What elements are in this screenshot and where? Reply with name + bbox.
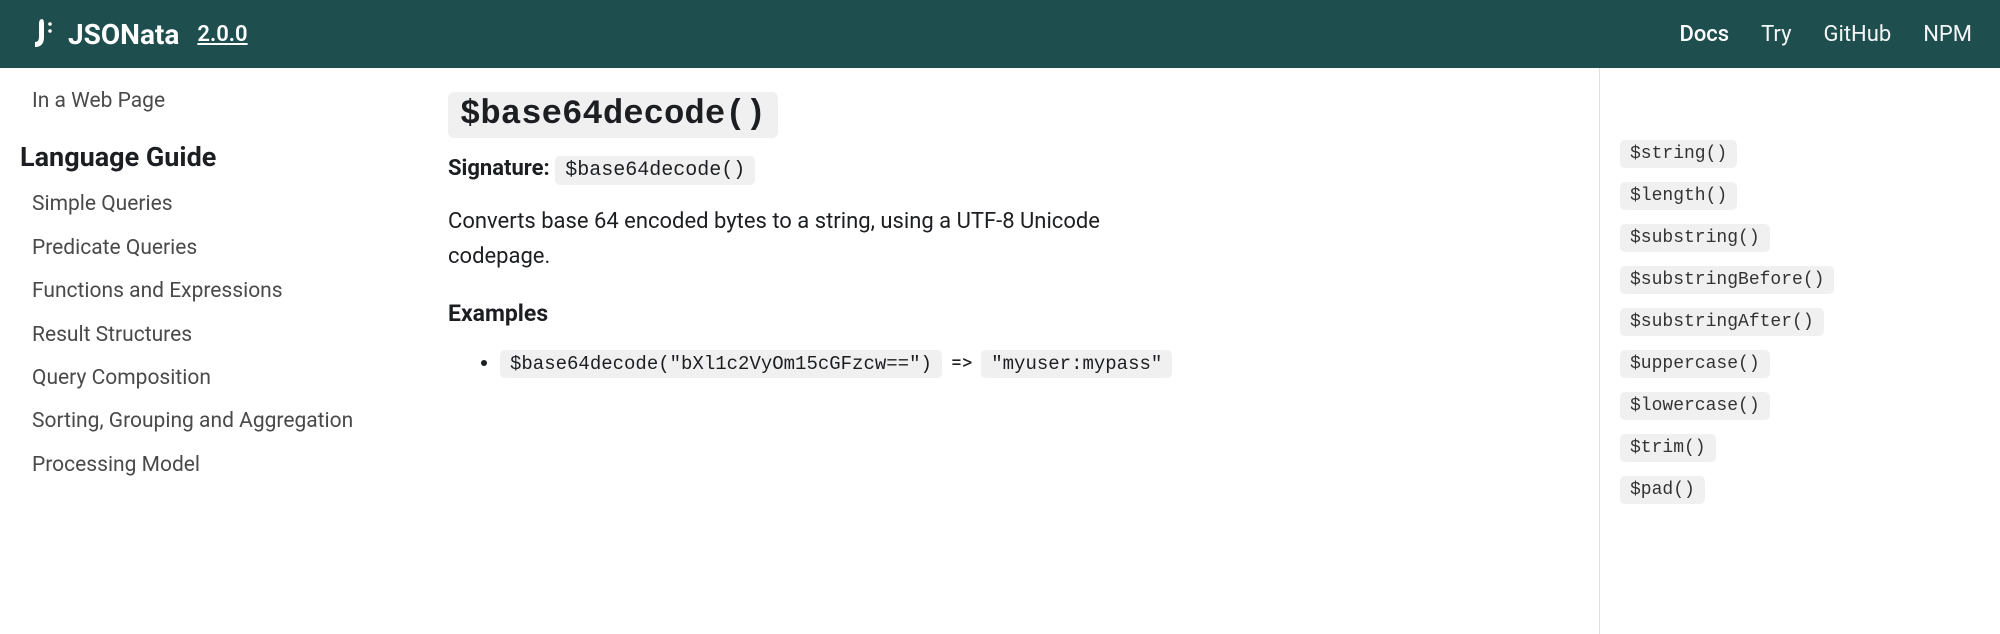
toc-item[interactable]: $length() xyxy=(1620,182,1737,210)
toc-item[interactable]: $substringBefore() xyxy=(1620,266,1834,294)
main-content: $base64decode() Signature: $base64decode… xyxy=(400,68,1600,634)
header-bar: JSONata 2.0.0 Docs Try GitHub NPM xyxy=(0,0,2000,68)
example-arrow: => xyxy=(947,350,976,374)
page-layout: In a Web Page Language Guide Simple Quer… xyxy=(0,68,2000,634)
sidebar-item[interactable]: Query Composition xyxy=(20,357,400,400)
example-call: $base64decode("bXl1c2VyOm15cGFzcw==") xyxy=(500,350,942,378)
signature-line: Signature: $base64decode() xyxy=(448,156,1551,182)
header-left: JSONata 2.0.0 xyxy=(28,15,248,53)
sidebar: In a Web Page Language Guide Simple Quer… xyxy=(0,68,400,634)
toc-item[interactable]: $pad() xyxy=(1620,476,1705,504)
brand-logo[interactable]: JSONata xyxy=(28,15,179,53)
toc-item[interactable]: $substringAfter() xyxy=(1620,308,1824,336)
signature-code: $base64decode() xyxy=(555,156,755,185)
example-list: $base64decode("bXl1c2VyOm15cGFzcw==") =>… xyxy=(448,345,1551,380)
signature-label: Signature: xyxy=(448,156,550,181)
brand-name: JSONata xyxy=(68,18,179,51)
examples-heading: Examples xyxy=(448,300,1551,327)
sidebar-item[interactable]: In a Web Page xyxy=(20,80,400,123)
toc-item[interactable]: $string() xyxy=(1620,140,1737,168)
function-title-wrap: $base64decode() xyxy=(448,92,1551,156)
nav-npm[interactable]: NPM xyxy=(1923,22,1972,47)
example-item: $base64decode("bXl1c2VyOm15cGFzcw==") =>… xyxy=(500,345,1551,380)
header-nav: Docs Try GitHub NPM xyxy=(1679,22,1972,47)
sidebar-item[interactable]: Sorting, Grouping and Aggregation xyxy=(20,400,400,443)
toc-item[interactable]: $trim() xyxy=(1620,434,1716,462)
function-description: Converts base 64 encoded bytes to a stri… xyxy=(448,204,1148,274)
sidebar-item[interactable]: Simple Queries xyxy=(20,183,400,226)
nav-github[interactable]: GitHub xyxy=(1824,22,1892,47)
nav-docs[interactable]: Docs xyxy=(1679,22,1729,47)
jsonata-logo-icon xyxy=(28,15,56,53)
version-link[interactable]: 2.0.0 xyxy=(197,22,247,47)
sidebar-item[interactable]: Result Structures xyxy=(20,314,400,357)
example-result: "myuser:mypass" xyxy=(981,350,1172,378)
toc-item[interactable]: $substring() xyxy=(1620,224,1770,252)
sidebar-item[interactable]: Processing Model xyxy=(20,444,400,487)
toc-item[interactable]: $uppercase() xyxy=(1620,350,1770,378)
sidebar-item[interactable]: Functions and Expressions xyxy=(20,270,400,313)
toc-item[interactable]: $lowercase() xyxy=(1620,392,1770,420)
nav-try[interactable]: Try xyxy=(1761,22,1791,47)
function-title: $base64decode() xyxy=(448,92,778,138)
sidebar-heading: Language Guide xyxy=(20,123,400,183)
table-of-contents: $string() $length() $substring() $substr… xyxy=(1600,68,2000,634)
sidebar-item[interactable]: Predicate Queries xyxy=(20,227,400,270)
